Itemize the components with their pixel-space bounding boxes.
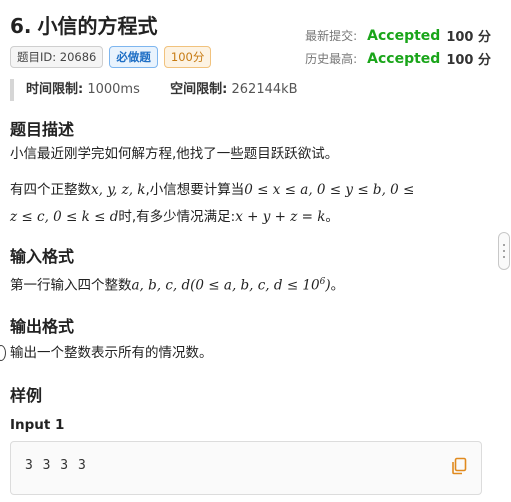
input-format-heading: 输入格式: [10, 247, 75, 266]
description-math-vars: x, y, z, k: [91, 182, 146, 198]
description-text-4: 。: [325, 209, 339, 225]
input-format-math: a, b, c, d(0 ≤ a, b, c, d ≤ 10: [131, 277, 320, 294]
required-tag: 必做题: [109, 46, 158, 68]
copy-icon[interactable]: [451, 457, 467, 475]
description-text-2: ,小信想要计算当: [145, 182, 245, 198]
description-heading: 题目描述: [10, 120, 75, 139]
sample-input-value: 3 3 3 3: [25, 458, 87, 473]
time-limit-label: 时间限制:: [26, 82, 84, 97]
problem-number: 6.: [10, 14, 32, 38]
best-submission-score: 100 分: [446, 53, 491, 68]
sample-input-label: Input 1: [10, 417, 65, 433]
latest-submission-label: 最新提交:: [305, 29, 358, 43]
latest-submission-status: 最新提交: Accepted 100 分: [305, 26, 491, 46]
description-body: 有四个正整数x, y, z, k,小信想要计算当0 ≤ x ≤ a, 0 ≤ y…: [10, 177, 487, 231]
best-submission-result[interactable]: Accepted: [367, 51, 440, 67]
description-math-equation: x + y + z = k: [235, 209, 326, 225]
description-text-1: 有四个正整数: [10, 182, 91, 198]
problem-title-text: 小信的方程式: [37, 14, 158, 38]
problem-tags: 题目ID: 20686 必做题 100分: [10, 46, 212, 68]
description-text-3: 时,有多少情况满足:: [118, 209, 236, 225]
description-math-range-1: 0 ≤ x ≤ a, 0 ≤ y ≤ b, 0 ≤: [244, 182, 415, 198]
best-submission-status: 历史最高: Accepted 100 分: [305, 49, 491, 69]
latest-submission-result[interactable]: Accepted: [367, 28, 440, 44]
output-format-text: 输出一个整数表示所有的情况数。: [10, 345, 213, 361]
left-edge-toggle[interactable]: [0, 345, 6, 361]
description-math-range-2: z ≤ c, 0 ≤ k ≤ d: [10, 209, 119, 225]
problem-title: 6. 小信的方程式: [10, 10, 158, 39]
problem-id-tag: 题目ID: 20686: [10, 46, 104, 68]
points-tag: 100分: [163, 46, 212, 68]
time-limit-value: 1000ms: [87, 82, 140, 97]
samples-heading: 样例: [10, 386, 43, 405]
memory-limit-label: 空间限制:: [170, 82, 228, 97]
panel-resize-handle[interactable]: [498, 232, 510, 270]
memory-limit-value: 262144kB: [231, 82, 298, 97]
input-format-text-1: 第一行输入四个整数: [10, 277, 132, 294]
latest-submission-score: 100 分: [446, 30, 491, 45]
description-intro: 小信最近刚学完如何解方程,他找了一些题目跃跃欲试。: [10, 146, 339, 162]
best-submission-label: 历史最高:: [305, 52, 358, 66]
sample-input-box: 3 3 3 3: [10, 441, 482, 495]
input-format-text: 第一行输入四个整数a, b, c, d(0 ≤ a, b, c, d ≤ 106…: [10, 269, 487, 300]
limits-bar: 时间限制: 1000ms 空间限制: 262144kB: [10, 79, 298, 101]
input-format-text-2: 。: [330, 277, 345, 294]
output-format-heading: 输出格式: [10, 317, 75, 336]
